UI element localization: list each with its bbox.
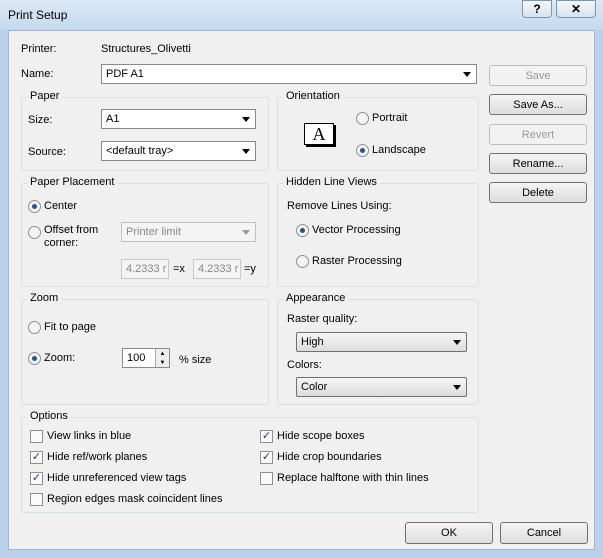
printer-label: Printer:: [21, 43, 57, 55]
orientation-group-title: Orientation: [283, 90, 343, 102]
spin-down-icon[interactable]: ▼: [156, 358, 169, 367]
replace-halftone-label[interactable]: Replace halftone with thin lines: [277, 472, 429, 484]
help-button[interactable]: ?: [522, 0, 552, 18]
chevron-down-icon: [453, 385, 461, 390]
close-button[interactable]: ✕: [556, 0, 596, 18]
hide-crop-boundaries-checkbox[interactable]: ✓: [260, 451, 273, 464]
appearance-group: Appearance Raster quality: High Colors: …: [277, 292, 479, 405]
fit-to-page-label[interactable]: Fit to page: [44, 321, 96, 333]
offset-label-line1[interactable]: Offset from: [44, 224, 98, 236]
center-label[interactable]: Center: [44, 200, 77, 212]
offset-x-field[interactable]: 4.2333 r: [121, 259, 169, 279]
landscape-radio[interactable]: [356, 144, 369, 157]
appearance-group-title: Appearance: [283, 292, 349, 304]
options-group-title: Options: [27, 410, 71, 422]
zoom-value: 100: [127, 352, 146, 364]
hide-scope-boxes-checkbox[interactable]: ✓: [260, 430, 273, 443]
delete-button[interactable]: Delete: [489, 182, 587, 203]
hide-unref-tags-label[interactable]: Hide unreferenced view tags: [47, 472, 186, 484]
printer-value: Structures_Olivetti: [101, 43, 191, 55]
raster-quality-label: Raster quality:: [287, 313, 358, 325]
remove-lines-label: Remove Lines Using:: [287, 200, 392, 212]
chevron-down-icon: [242, 230, 250, 235]
center-radio[interactable]: [28, 200, 41, 213]
zoom-radio[interactable]: [28, 352, 41, 365]
zoom-group: Zoom Fit to page Zoom: 100 ▲ ▼ % size: [21, 292, 269, 405]
size-select-value: A1: [106, 113, 120, 125]
offset-select[interactable]: Printer limit: [121, 222, 256, 242]
options-group: Options View links in blue ✓ Hide ref/wo…: [21, 410, 479, 513]
close-icon: ✕: [570, 2, 582, 16]
portrait-label[interactable]: Portrait: [372, 112, 407, 124]
name-select-value: PDF A1: [106, 68, 144, 80]
spin-up-icon[interactable]: ▲: [156, 349, 169, 358]
replace-halftone-checkbox[interactable]: [260, 472, 273, 485]
help-icon: ?: [533, 2, 541, 16]
chevron-down-icon: [242, 149, 250, 154]
cancel-button[interactable]: Cancel: [500, 522, 588, 544]
raster-quality-value: High: [301, 336, 324, 348]
colors-select[interactable]: Color: [296, 377, 467, 397]
hide-ref-planes-checkbox[interactable]: ✓: [30, 451, 43, 464]
view-links-blue-label[interactable]: View links in blue: [47, 430, 131, 442]
source-select-value: <default tray>: [106, 145, 174, 157]
paper-placement-group: Paper Placement Center Offset from corne…: [21, 176, 269, 287]
orientation-group: Orientation A Portrait Landscape: [277, 90, 479, 171]
region-edges-checkbox[interactable]: [30, 493, 43, 506]
landscape-page-icon: A: [304, 123, 334, 145]
colors-value: Color: [301, 381, 328, 393]
chevron-down-icon: [453, 340, 461, 345]
raster-processing-radio[interactable]: [296, 255, 309, 268]
zoom-group-title: Zoom: [27, 292, 62, 304]
colors-label: Colors:: [287, 359, 322, 371]
portrait-radio[interactable]: [356, 112, 369, 125]
offset-y-value: 4.2333 r: [198, 263, 239, 275]
raster-quality-select[interactable]: High: [296, 332, 467, 352]
window-title: Print Setup: [8, 8, 68, 22]
print-setup-dialog: Printer: Structures_Olivetti Name: PDF A…: [8, 30, 595, 550]
hide-unref-tags-checkbox[interactable]: ✓: [30, 472, 43, 485]
zoom-label[interactable]: Zoom:: [44, 352, 75, 364]
size-suffix: % size: [179, 354, 212, 366]
source-select[interactable]: <default tray>: [101, 141, 256, 161]
view-links-blue-checkbox[interactable]: [30, 430, 43, 443]
hide-crop-boundaries-label[interactable]: Hide crop boundaries: [277, 451, 382, 463]
fit-to-page-radio[interactable]: [28, 321, 41, 334]
zoom-spin-buttons[interactable]: ▲ ▼: [155, 349, 169, 367]
raster-processing-label[interactable]: Raster Processing: [312, 255, 402, 267]
y-suffix: =y: [244, 263, 256, 275]
source-label: Source:: [28, 146, 66, 158]
save-button[interactable]: Save: [489, 65, 587, 86]
offset-label-line2[interactable]: corner:: [44, 237, 78, 249]
hidden-line-views-group: Hidden Line Views Remove Lines Using: Ve…: [277, 176, 479, 287]
hide-scope-boxes-label[interactable]: Hide scope boxes: [277, 430, 364, 442]
offset-radio[interactable]: [28, 226, 41, 239]
size-label: Size:: [28, 114, 53, 126]
size-select[interactable]: A1: [101, 109, 256, 129]
title-bar: Print Setup ? ✕: [0, 0, 603, 30]
ok-button[interactable]: OK: [405, 522, 493, 544]
region-edges-label[interactable]: Region edges mask coincident lines: [47, 493, 223, 505]
save-as-button[interactable]: Save As...: [489, 94, 587, 115]
chevron-down-icon: [463, 72, 471, 77]
revert-button[interactable]: Revert: [489, 124, 587, 145]
hidden-line-views-group-title: Hidden Line Views: [283, 176, 380, 188]
name-select[interactable]: PDF A1: [101, 64, 477, 84]
offset-y-field[interactable]: 4.2333 r: [193, 259, 241, 279]
landscape-label[interactable]: Landscape: [372, 144, 426, 156]
rename-button[interactable]: Rename...: [489, 153, 587, 174]
vector-processing-label[interactable]: Vector Processing: [312, 224, 401, 236]
offset-select-value: Printer limit: [126, 226, 182, 238]
chevron-down-icon: [242, 117, 250, 122]
paper-placement-group-title: Paper Placement: [27, 176, 118, 188]
x-suffix: =x: [173, 263, 185, 275]
paper-group-title: Paper: [27, 90, 63, 102]
page-icon-letter: A: [312, 123, 326, 144]
paper-group: Paper Size: A1 Source: <default tray>: [21, 90, 269, 171]
vector-processing-radio[interactable]: [296, 224, 309, 237]
zoom-stepper[interactable]: 100 ▲ ▼: [122, 348, 170, 368]
hide-ref-planes-label[interactable]: Hide ref/work planes: [47, 451, 147, 463]
offset-x-value: 4.2333 r: [126, 263, 167, 275]
name-label: Name:: [21, 68, 54, 80]
